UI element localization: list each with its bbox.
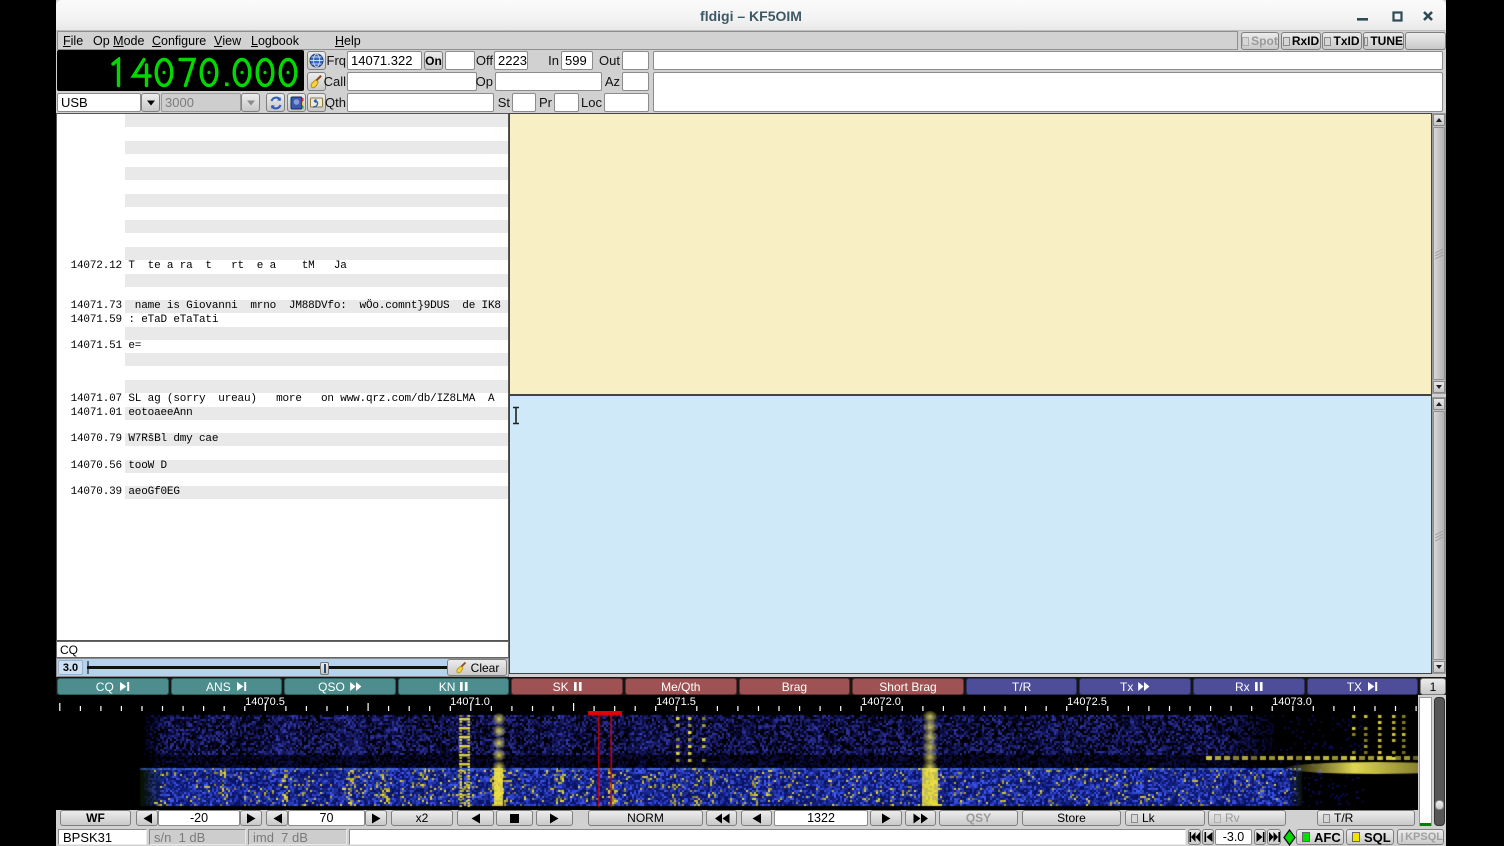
- svg-text:14071.5: 14071.5: [656, 696, 696, 708]
- svg-text:14073.0: 14073.0: [1272, 696, 1312, 708]
- svg-text:14072.0: 14072.0: [861, 696, 901, 708]
- svg-text:14070.5: 14070.5: [245, 696, 285, 708]
- svg-text:14072.5: 14072.5: [1067, 696, 1107, 708]
- svg-text:14071.0: 14071.0: [450, 696, 490, 708]
